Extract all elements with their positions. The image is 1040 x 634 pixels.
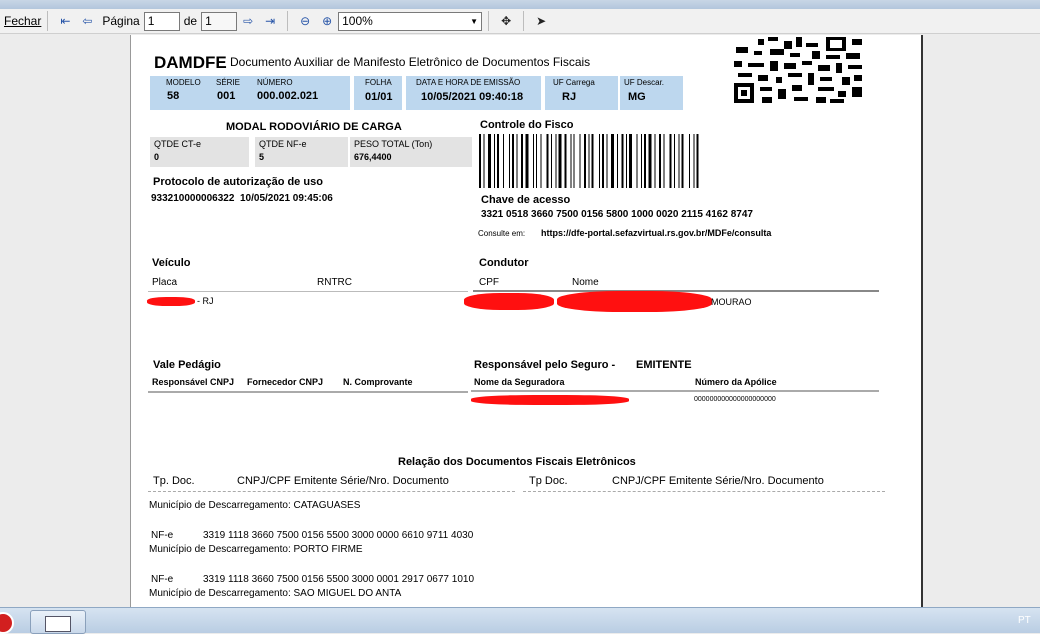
page-label: Página — [102, 14, 140, 28]
chave-acesso-label: Chave de acesso — [481, 194, 571, 206]
viewer-toolbar: Fechar ⇤ ⇦ Página 1 de 1 ⇨ ⇥ ⊖ ⊕ 100% ▼ ✥… — [0, 9, 1040, 34]
language-indicator[interactable]: PT — [1018, 615, 1031, 626]
municipio-row: Município de Descarregamento: SAO MIGUEL… — [149, 588, 402, 599]
select-cursor-icon[interactable]: ➤ — [532, 12, 550, 30]
consulte-url: https://dfe-portal.sefazvirtual.rs.gov.b… — [541, 228, 772, 238]
redaction-mark — [464, 293, 554, 310]
table-divider-2 — [523, 491, 885, 492]
municipio-row: Município de Descarregamento: PORTO FIRM… — [149, 544, 363, 555]
cnpj-emitente-header-2: CNPJ/CPF Emitente — [612, 475, 713, 487]
placa-label: Placa — [152, 277, 178, 288]
qtde-nfe-box: QTDE NF-e 5 — [255, 137, 348, 167]
comprovante-label: N. Comprovante — [343, 377, 413, 387]
veiculo-title: Veículo — [152, 257, 191, 269]
protocolo-label: Protocolo de autorização de uso — [153, 176, 323, 188]
tp-doc-header-2: Tp Doc. — [529, 475, 568, 487]
page-input[interactable]: 1 — [143, 11, 180, 31]
doc-number: 3319 1118 3660 7500 0156 5500 3000 0000 … — [203, 530, 474, 541]
modal-title: MODAL RODOVIÁRIO DE CARGA — [226, 121, 402, 133]
last-page-icon[interactable]: ⇥ — [261, 12, 279, 30]
redaction-mark — [557, 291, 712, 312]
relacao-title: Relação dos Documentos Fiscais Eletrônic… — [398, 456, 636, 468]
toolbar-separator — [47, 11, 49, 31]
zoom-select[interactable]: 100% ▼ — [338, 11, 483, 31]
modelo-box: MODELO SÉRIE NÚMERO 58 001 000.002.021 — [150, 76, 350, 110]
cpf-label: CPF — [479, 277, 499, 288]
document-window-icon — [45, 616, 71, 632]
condutor-title: Condutor — [479, 257, 529, 269]
rntrc-label: RNTRC — [317, 277, 352, 288]
page-of-label: de — [183, 14, 198, 28]
apolice-label: Número da Apólice — [695, 377, 777, 387]
pan-tool-icon[interactable]: ✥ — [497, 12, 515, 30]
placa-value: - RJ — [197, 296, 214, 306]
qr-code — [734, 37, 864, 105]
responsavel-cnpj-label: Responsável CNPJ — [152, 377, 235, 387]
zoom-value: 100% — [342, 14, 373, 28]
window-titlebar — [0, 0, 1040, 9]
protocolo-value: 933210000006322 10/05/2021 09:45:06 — [151, 193, 333, 204]
uf-carrega-box: UF Carrega RJ — [545, 76, 618, 110]
chave-acesso-value: 3321 0518 3660 7500 0156 5800 1000 0020 … — [481, 209, 753, 220]
redaction-mark — [471, 395, 629, 405]
toolbar-separator — [523, 11, 525, 31]
emissao-box: DATA E HORA DE EMISSÃO 10/05/2021 09:40:1… — [406, 76, 541, 110]
municipio-row: Município de Descarregamento: CATAGUASES — [149, 500, 361, 511]
seguro-title: Responsável pelo Seguro - — [474, 359, 616, 371]
app-icon-red[interactable] — [0, 612, 14, 634]
zoom-in-icon[interactable]: ⊕ — [318, 12, 336, 30]
vale-divider — [148, 391, 468, 393]
vale-pedagio-title: Vale Pedágio — [153, 359, 221, 371]
nome-value: MOURAO — [711, 297, 752, 307]
nome-label: Nome — [572, 277, 599, 288]
peso-total-box: PESO TOTAL (Ton) 676,4400 — [350, 137, 472, 167]
zoom-out-icon[interactable]: ⊖ — [296, 12, 314, 30]
seguro-divider — [471, 390, 879, 392]
doc-type: NF-e — [151, 574, 174, 585]
table-divider — [148, 491, 515, 492]
toolbar-separator — [488, 11, 490, 31]
folha-box: FOLHA 01/01 — [354, 76, 402, 110]
first-page-icon[interactable]: ⇤ — [56, 12, 74, 30]
next-page-icon[interactable]: ⇨ — [239, 12, 257, 30]
seguro-responsavel: EMITENTE — [636, 359, 692, 371]
close-button[interactable]: Fechar — [4, 14, 41, 28]
document-viewport[interactable]: DAMDFE Documento Auxiliar de Manifesto E… — [0, 35, 1040, 607]
document-page: DAMDFE Documento Auxiliar de Manifesto E… — [130, 35, 923, 607]
toolbar-separator — [287, 11, 289, 31]
windows-taskbar: PT — [0, 607, 1040, 634]
serie-documento-header: Série/Nro. Documento — [340, 475, 449, 487]
apolice-value: 000000000000000000000 — [694, 396, 776, 403]
seguradora-label: Nome da Seguradora — [474, 377, 565, 387]
tp-doc-header: Tp. Doc. — [153, 475, 195, 487]
redaction-mark — [147, 297, 195, 306]
prev-page-icon[interactable]: ⇦ — [78, 12, 96, 30]
taskbar-app-button[interactable] — [30, 610, 86, 634]
cnpj-emitente-header: CNPJ/CPF Emitente — [237, 475, 338, 487]
veiculo-divider — [148, 291, 468, 292]
doc-type: NF-e — [151, 530, 174, 541]
fornecedor-cnpj-label: Fornecedor CNPJ — [247, 377, 324, 387]
doc-title: DAMDFE — [154, 53, 227, 72]
qtde-cte-box: QTDE CT-e 0 — [150, 137, 249, 167]
doc-subtitle: Documento Auxiliar de Manifesto Eletrôni… — [230, 55, 591, 69]
doc-number: 3319 1118 3660 7500 0156 5500 3000 0001 … — [203, 574, 475, 585]
chevron-down-icon: ▼ — [470, 16, 479, 26]
consulte-label: Consulte em: — [478, 229, 526, 238]
page-total-field: 1 — [201, 11, 238, 31]
barcode — [479, 134, 699, 188]
serie-documento-header-2: Série/Nro. Documento — [715, 475, 824, 487]
controle-fisco-label: Controle do Fisco — [480, 119, 574, 131]
uf-descarga-box: UF Descar. MG — [620, 76, 683, 110]
